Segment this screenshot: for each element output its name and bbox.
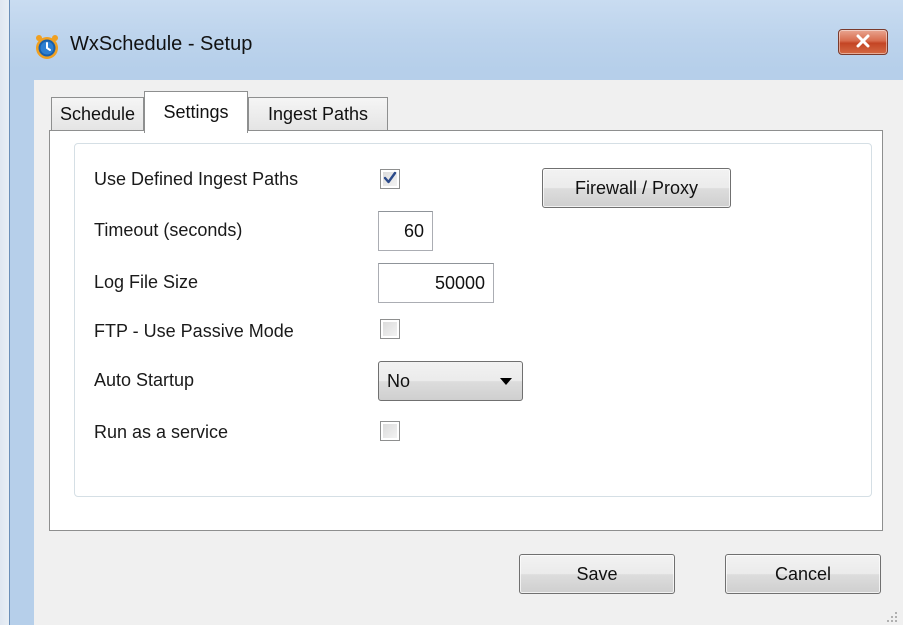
auto-startup-select[interactable]: No bbox=[378, 361, 523, 401]
run-as-service-label: Run as a service bbox=[94, 422, 229, 442]
cancel-button-label: Cancel bbox=[774, 563, 832, 584]
cancel-button[interactable]: Cancel bbox=[725, 554, 881, 594]
save-button[interactable]: Save bbox=[519, 554, 675, 594]
tab-ingest-paths[interactable]: Ingest Paths bbox=[248, 97, 388, 131]
chevron-down-icon bbox=[500, 378, 512, 385]
run-as-service-checkbox[interactable] bbox=[380, 421, 400, 441]
firewall-proxy-button-label: Firewall / Proxy bbox=[574, 177, 699, 198]
title-bar[interactable]: WxSchedule - Setup bbox=[10, 0, 903, 80]
tab-schedule-label: Schedule bbox=[59, 104, 136, 124]
timeout-label: Timeout (seconds) bbox=[94, 220, 243, 240]
close-button[interactable] bbox=[838, 29, 888, 55]
tab-settings-label: Settings bbox=[163, 102, 229, 122]
alarm-clock-icon bbox=[34, 34, 60, 60]
use-defined-ingest-paths-checkbox[interactable] bbox=[380, 169, 400, 189]
dialog-client-area: Schedule Settings Ingest Paths Use Defin… bbox=[34, 80, 903, 625]
save-button-label: Save bbox=[576, 563, 618, 584]
tab-schedule[interactable]: Schedule bbox=[51, 97, 144, 131]
settings-group: Use Defined Ingest Paths Firewall / Prox… bbox=[74, 143, 872, 497]
log-file-size-label: Log File Size bbox=[94, 272, 199, 292]
firewall-proxy-button[interactable]: Firewall / Proxy bbox=[542, 168, 731, 208]
resize-grip-icon[interactable] bbox=[886, 607, 898, 622]
settings-tab-panel: Use Defined Ingest Paths Firewall / Prox… bbox=[49, 130, 883, 531]
timeout-input[interactable]: 60 bbox=[378, 211, 433, 251]
auto-startup-selected-value: No bbox=[387, 371, 411, 391]
ftp-passive-mode-checkbox[interactable] bbox=[380, 319, 400, 339]
setup-dialog: WxSchedule - Setup Schedule Settings Ing… bbox=[9, 0, 903, 625]
tab-settings[interactable]: Settings bbox=[144, 91, 248, 133]
tab-ingest-paths-label: Ingest Paths bbox=[267, 104, 369, 124]
window-title: WxSchedule - Setup bbox=[70, 33, 253, 55]
log-file-size-input[interactable]: 50000 bbox=[378, 263, 494, 303]
ftp-passive-mode-label: FTP - Use Passive Mode bbox=[94, 321, 294, 341]
checkmark-icon bbox=[383, 169, 397, 190]
close-icon bbox=[855, 32, 871, 53]
use-defined-ingest-paths-label: Use Defined Ingest Paths bbox=[94, 169, 299, 189]
auto-startup-label: Auto Startup bbox=[94, 370, 195, 390]
